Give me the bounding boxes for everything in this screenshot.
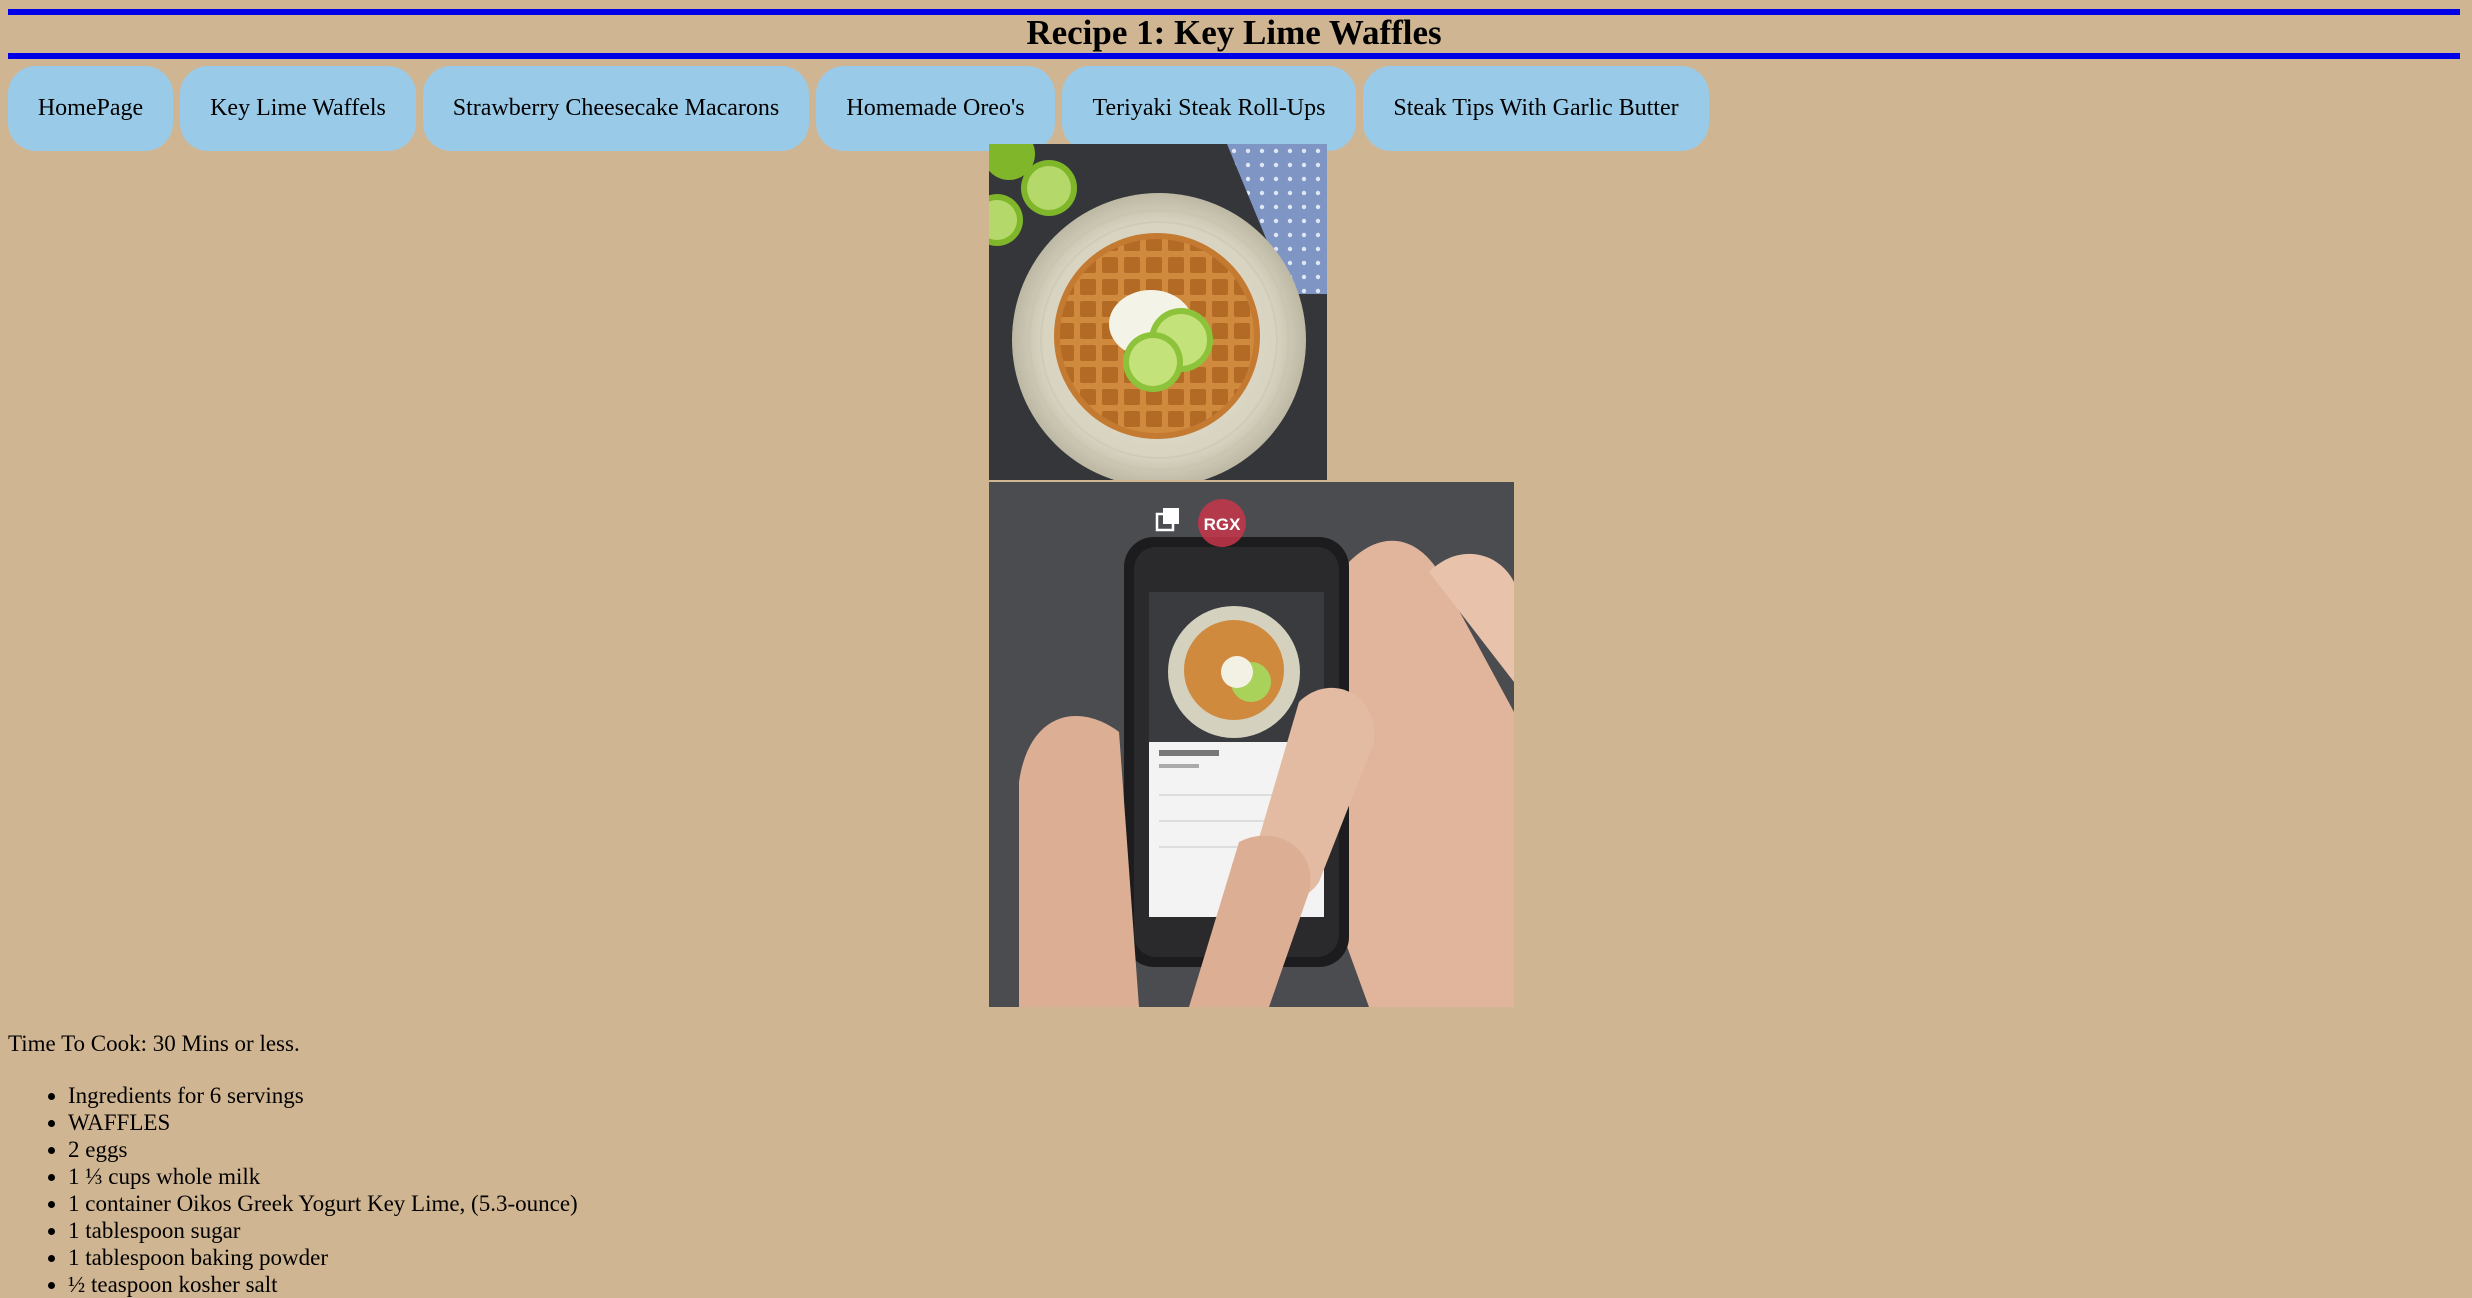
recipe-nav: HomePage Key Lime Waffels Strawberry Che… [8, 66, 1709, 151]
nav-button-teriyaki-steak-roll-ups[interactable]: Teriyaki Steak Roll-Ups [1062, 66, 1356, 151]
waffle-photo [989, 144, 1327, 480]
list-item: 1 tablespoon sugar [68, 1217, 578, 1244]
nav-button-steak-tips-with-garlic-butter[interactable]: Steak Tips With Garlic Butter [1363, 66, 1709, 151]
nav-button-key-lime-waffels[interactable]: Key Lime Waffels [180, 66, 416, 151]
nav-button-homepage[interactable]: HomePage [8, 66, 173, 151]
list-item: 1 tablespoon baking powder [68, 1244, 578, 1271]
list-item: 2 eggs [68, 1136, 578, 1163]
nav-button-homemade-oreos[interactable]: Homemade Oreo's [816, 66, 1055, 151]
list-item: WAFFLES [68, 1109, 578, 1136]
video-badge-label: RGX [1204, 515, 1242, 534]
time-to-cook: Time To Cook: 30 Mins or less. [8, 1031, 300, 1056]
list-item: 1 ⅓ cups whole milk [68, 1163, 578, 1190]
list-item: 1 container Oikos Greek Yogurt Key Lime,… [68, 1190, 578, 1217]
ingredient-list: Ingredients for 6 servings WAFFLES 2 egg… [8, 1082, 578, 1298]
list-item: Ingredients for 6 servings [68, 1082, 578, 1109]
phone-video-thumbnail[interactable]: RGX [989, 482, 1514, 1007]
nav-button-strawberry-cheesecake-macarons[interactable]: Strawberry Cheesecake Macarons [423, 66, 809, 151]
page-header: Recipe 1: Key Lime Waffles [8, 9, 2460, 59]
page-title: Recipe 1: Key Lime Waffles [1026, 12, 1442, 52]
list-item: ½ teaspoon kosher salt [68, 1271, 578, 1298]
